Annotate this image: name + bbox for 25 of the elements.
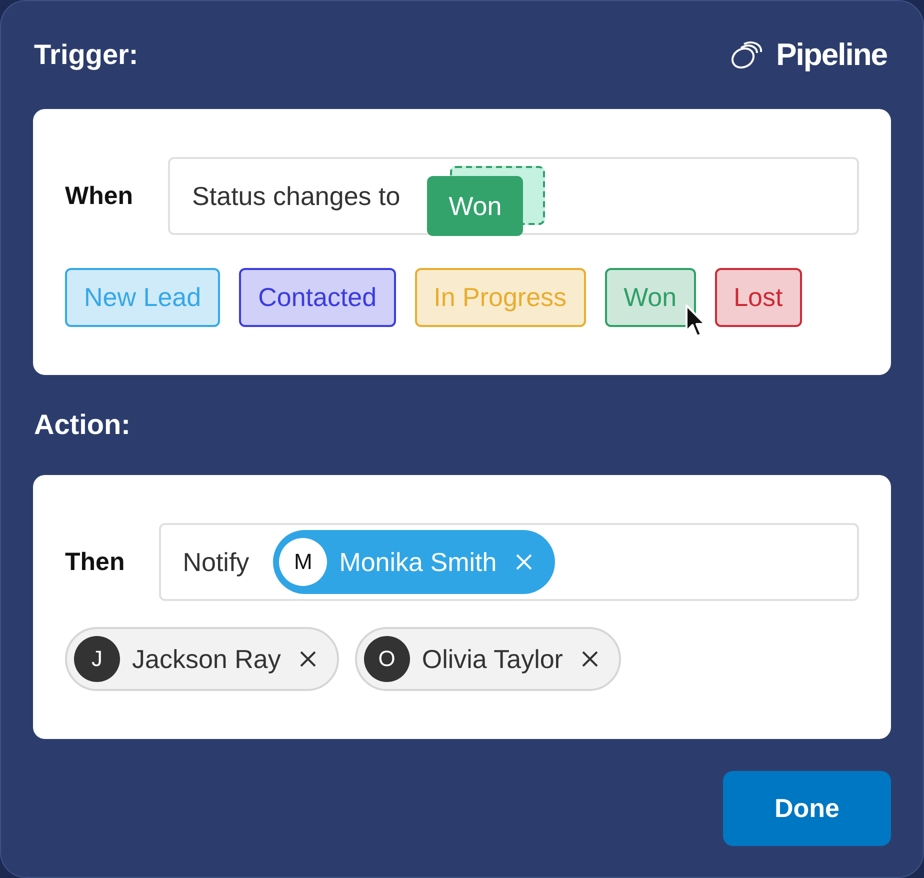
avatar: J (74, 636, 120, 682)
avatar: M (279, 538, 328, 586)
logo-text: Pipeline (776, 37, 887, 73)
field-text: Status changes to (192, 180, 400, 212)
field-text: Notify (182, 546, 250, 578)
row-label: Then (65, 548, 125, 576)
close-icon[interactable] (298, 650, 317, 668)
recipients-field[interactable]: Notify M Monika Smith (158, 523, 859, 601)
status-chip[interactable]: Lost (714, 268, 802, 327)
suggestion-chip[interactable]: J Jackson Ray (65, 627, 339, 691)
status-chip[interactable]: Contacted (239, 268, 396, 327)
person-name: Olivia Taylor (422, 644, 563, 674)
close-icon[interactable] (580, 650, 599, 668)
section-title: Trigger: (34, 39, 138, 71)
person-name: Jackson Ray (132, 644, 281, 674)
avatar: O (364, 636, 410, 682)
section-title: Action: (34, 409, 130, 441)
row-label: When (65, 182, 134, 210)
person-name: Monika Smith (339, 546, 497, 578)
status-tag[interactable]: Won (427, 176, 524, 236)
done-button[interactable]: Done (723, 771, 891, 846)
suggestion-chip[interactable]: O Olivia Taylor (354, 627, 621, 691)
recipient-chip[interactable]: M Monika Smith (273, 530, 555, 594)
trigger-field[interactable]: Status changes to Won (168, 157, 859, 235)
status-chip[interactable]: Won (604, 268, 696, 327)
